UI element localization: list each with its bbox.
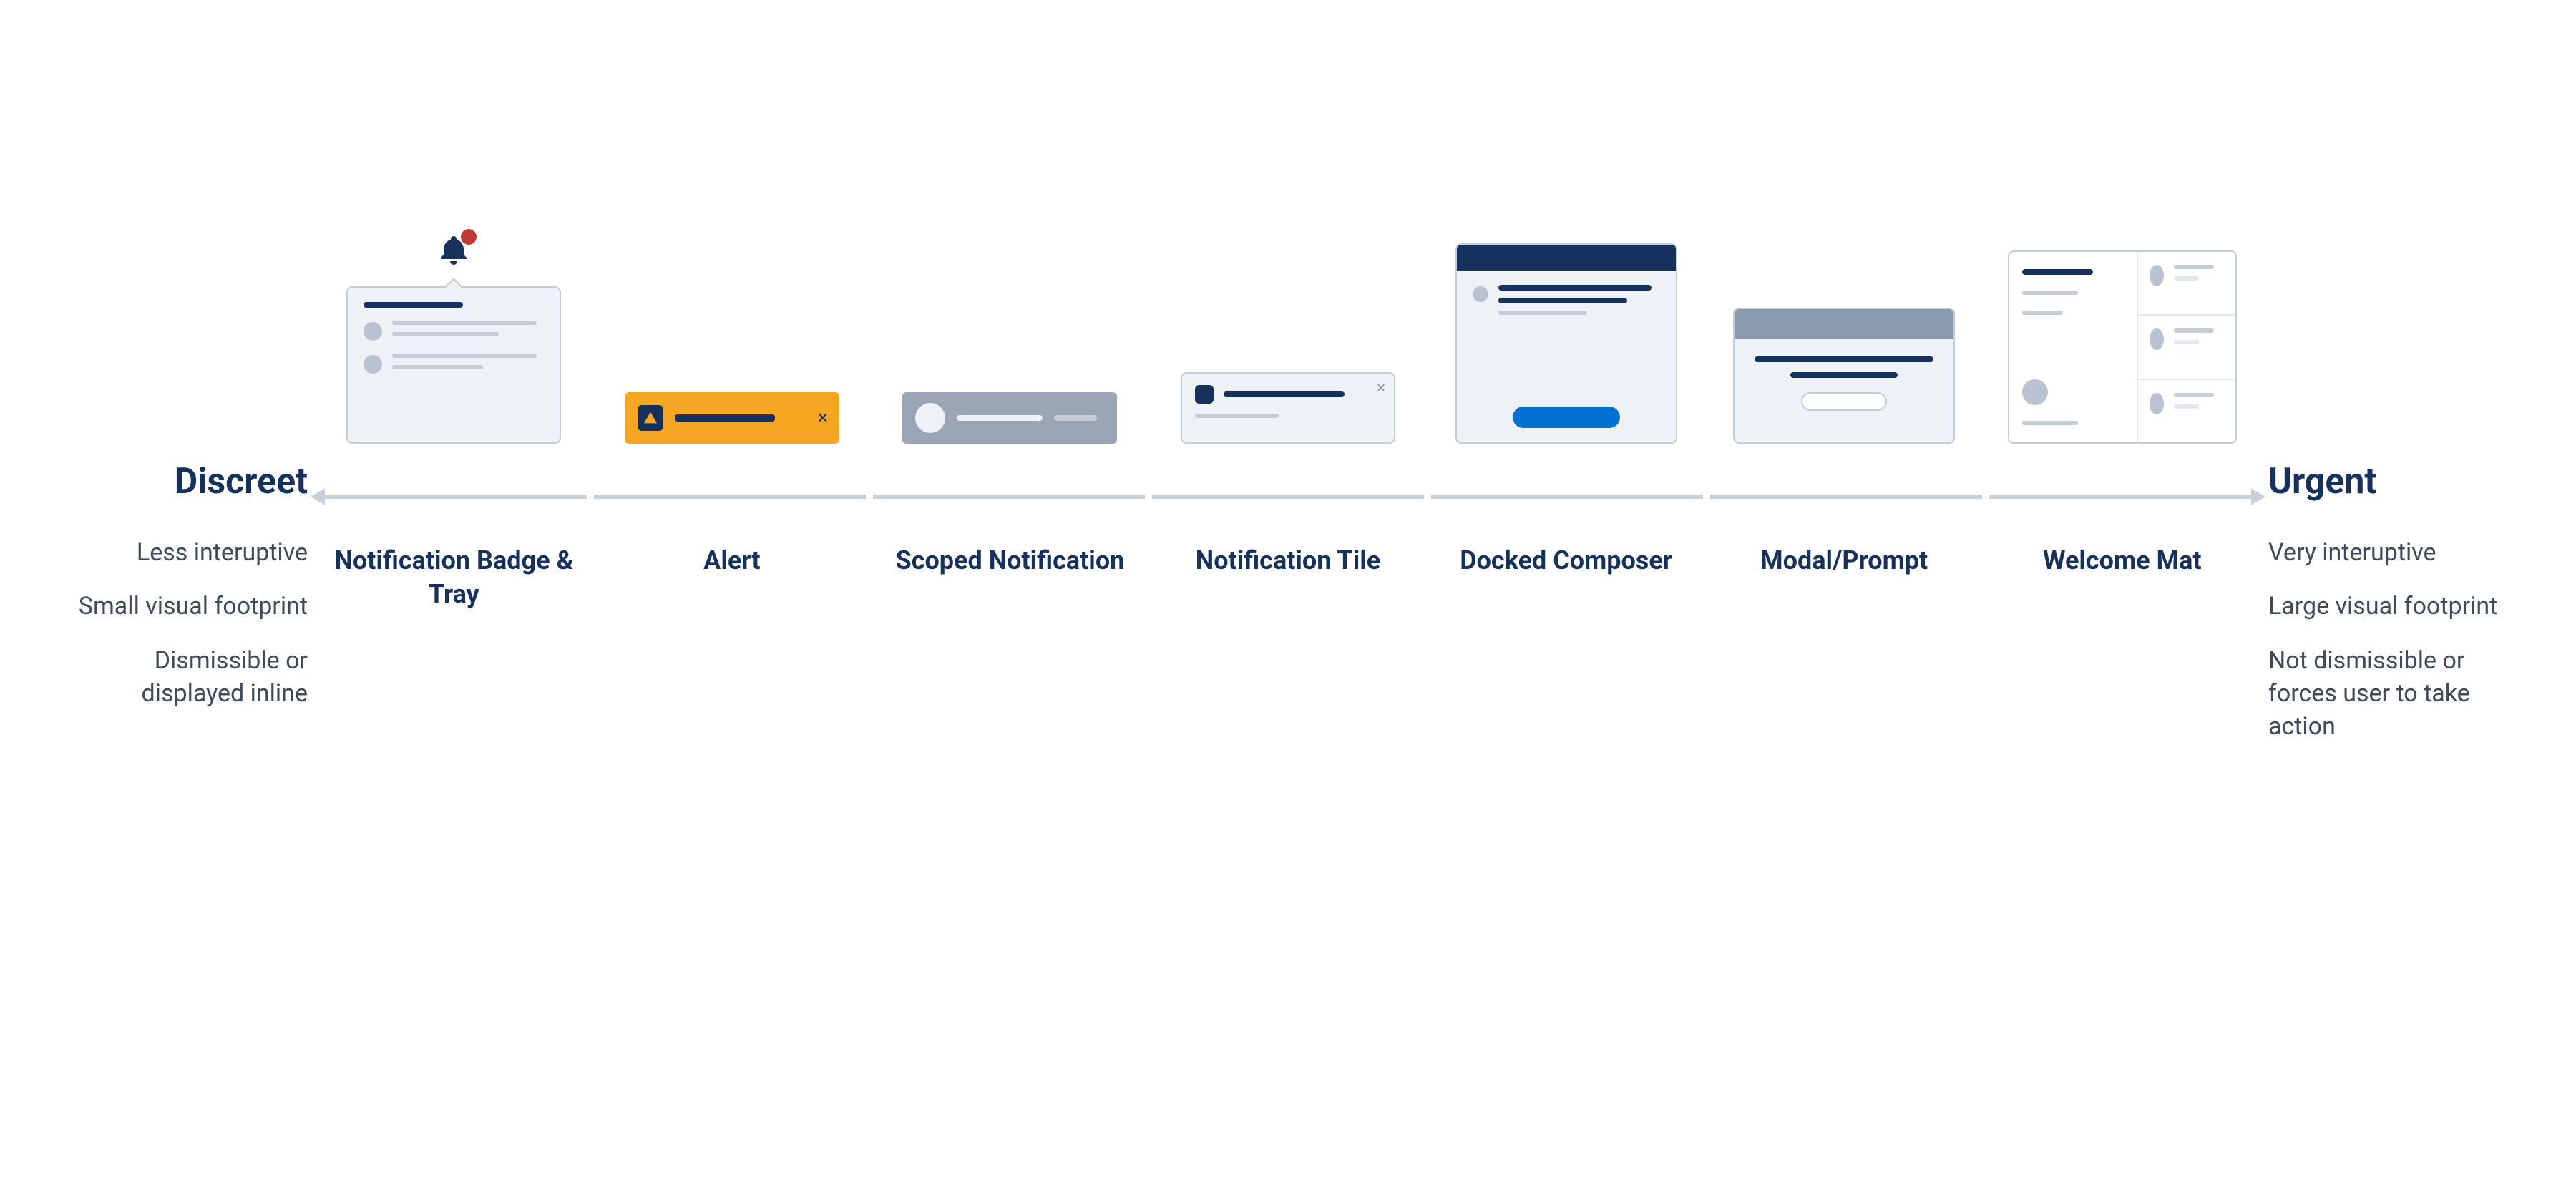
alert-bar: ×: [625, 392, 839, 444]
discreet-bullet: Less interuptive: [50, 537, 308, 570]
notification-tile: ×: [1181, 372, 1395, 444]
placeholder-line: [2022, 269, 2094, 275]
axis-segment: [1152, 494, 1431, 500]
illus-scoped-notification: [871, 193, 1149, 472]
illus-docked-composer: [1427, 193, 1705, 472]
tray-item: [364, 321, 544, 341]
axis-segments: [315, 494, 2261, 500]
illus-welcome-mat: [1983, 193, 2261, 472]
discreet-column: Discreet Less interuptive Small visual f…: [50, 458, 308, 732]
illus-alert: ×: [593, 193, 872, 472]
bell-icon: [436, 233, 471, 268]
tray-item: [364, 354, 544, 374]
illus-modal-prompt: [1705, 193, 1984, 472]
placeholder-line: [2174, 404, 2199, 409]
avatar-icon: [2150, 393, 2164, 414]
placeholder-line: [392, 365, 483, 369]
placeholder-line: [392, 321, 536, 325]
placeholder-line: [675, 414, 775, 422]
category-label: Notification Tile: [1149, 544, 1428, 611]
welcome-mat: [2008, 250, 2237, 444]
scoped-bar: [902, 392, 1117, 444]
avatar-icon: [364, 322, 382, 341]
placeholder-line: [2022, 311, 2063, 315]
avatar-icon: [2150, 265, 2164, 286]
modal-header: [1735, 309, 1953, 339]
category-label: Modal/Prompt: [1705, 544, 1984, 611]
illustrations: × ×: [315, 193, 2261, 472]
discreet-bullets: Less interuptive Small visual footprint …: [50, 537, 308, 711]
avatar-icon: [915, 403, 945, 433]
discreet-bullet: Small visual footprint: [50, 590, 308, 623]
placeholder-line: [392, 332, 498, 336]
discreet-heading: Discreet: [50, 458, 308, 507]
urgent-column: Urgent Very interuptive Large visual foo…: [2268, 458, 2526, 765]
urgent-bullet: Large visual footprint: [2268, 590, 2526, 623]
placeholder-line: [1498, 298, 1628, 303]
close-icon: ×: [818, 407, 828, 429]
close-icon: ×: [1377, 379, 1385, 397]
welcome-card: [2138, 380, 2235, 442]
category-label: Alert: [593, 544, 872, 611]
docked-composer: [1455, 243, 1677, 444]
placeholder-line: [2174, 340, 2199, 344]
placeholder-line: [2022, 421, 2078, 425]
placeholder-line: [1755, 356, 1933, 362]
badge-dot-icon: [461, 229, 477, 245]
category-label: Docked Composer: [1427, 544, 1705, 611]
placeholder-line: [2022, 291, 2078, 295]
placeholder-line: [392, 354, 536, 358]
axis-segment: [315, 494, 594, 500]
urgent-bullet: Very interuptive: [2268, 537, 2526, 570]
placeholder-line: [1498, 311, 1587, 315]
axis-segment: [1431, 494, 1710, 500]
category-label: Notification Badge & Tray: [315, 544, 593, 611]
category-label: Welcome Mat: [1983, 544, 2261, 611]
welcome-card: [2138, 252, 2235, 316]
illus-notification-tile: ×: [1149, 193, 1428, 472]
illus-notification-tray: [315, 193, 593, 472]
avatar-icon: [2150, 328, 2164, 350]
placeholder-line: [2174, 328, 2214, 333]
placeholder-line: [1195, 414, 1279, 418]
spectrum-axis: [315, 494, 2261, 500]
axis-segment: [873, 494, 1152, 500]
spectrum-diagram: Discreet Less interuptive Small visual f…: [0, 0, 2576, 1178]
modal: [1733, 308, 1955, 444]
tray-popover: [346, 286, 561, 444]
axis-segment: [1710, 494, 1989, 500]
category-label: Scoped Notification: [871, 544, 1149, 611]
placeholder-line: [1498, 285, 1652, 291]
tile-square-icon: [1195, 385, 1214, 404]
axis-segment: [594, 494, 873, 500]
urgent-bullets: Very interuptive Large visual footprint …: [2268, 537, 2526, 744]
avatar-icon: [1473, 286, 1488, 302]
secondary-button: [1801, 392, 1887, 411]
placeholder-line: [957, 415, 1043, 421]
placeholder-line: [364, 302, 463, 308]
axis-segment: [1989, 494, 2261, 500]
urgent-heading: Urgent: [2268, 458, 2526, 507]
placeholder-line: [1790, 372, 1898, 378]
avatar-icon: [364, 355, 382, 374]
placeholder-line: [2174, 276, 2199, 281]
placeholder-line: [1054, 415, 1097, 421]
urgent-bullet: Not dismissible or forces user to take a…: [2268, 645, 2526, 744]
placeholder-line: [2174, 265, 2214, 269]
primary-button: [1513, 407, 1620, 428]
discreet-bullet: Dismissible or displayed inline: [50, 645, 308, 711]
avatar-icon: [2022, 379, 2048, 405]
warning-triangle-icon: [638, 405, 663, 431]
category-labels: Notification Badge & Tray Alert Scoped N…: [315, 544, 2261, 611]
welcome-card: [2138, 316, 2235, 379]
placeholder-line: [2174, 393, 2214, 397]
placeholder-line: [1224, 391, 1345, 397]
composer-header: [1457, 245, 1676, 271]
